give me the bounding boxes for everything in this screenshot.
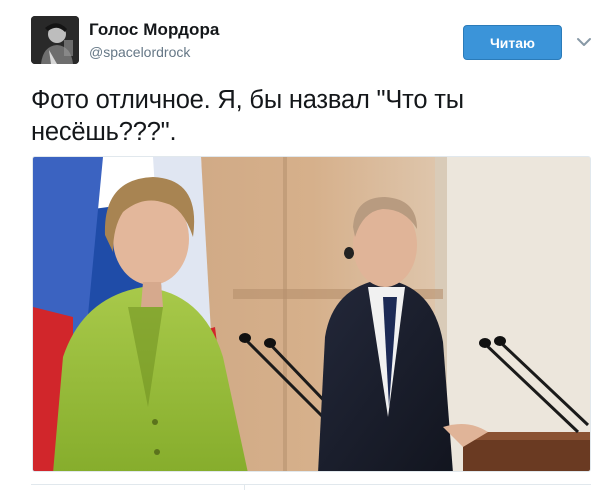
tweet-photo[interactable] [32,156,591,472]
divider [31,484,591,485]
tweet-text-line-1: Фото отличное. Я, бы назвал "Что ты [31,86,464,114]
chevron-down-icon[interactable] [576,35,592,47]
follow-button[interactable]: Читаю [463,25,562,60]
author-handle[interactable]: @spacelordrock [89,44,190,60]
divider-tick [244,484,245,490]
avatar[interactable] [31,16,79,64]
tweet-text: Фото отличное. Я, бы назвал "Что ты несё… [31,84,591,148]
tweet-card: Голос Мордора @spacelordrock Читаю Фото … [0,0,612,490]
tweet-text-line-2: несёшь???". [31,118,177,146]
author-name[interactable]: Голос Мордора [89,20,220,40]
